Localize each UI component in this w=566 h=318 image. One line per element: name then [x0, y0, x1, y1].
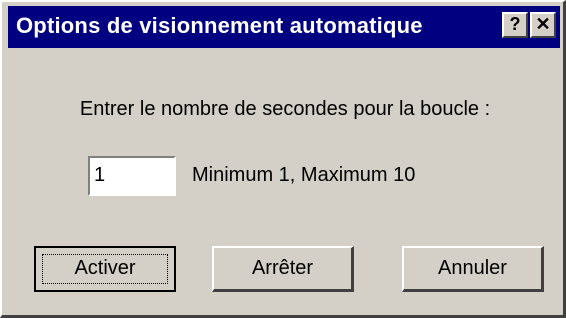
window-title: Options de visionnement automatique	[16, 13, 423, 38]
activate-button[interactable]: Activer	[34, 246, 176, 292]
seconds-input[interactable]: 1	[88, 156, 176, 196]
stop-label: Arrêter	[251, 257, 314, 279]
cancel-button[interactable]: Annuler	[402, 246, 544, 292]
close-button[interactable]: ✕	[530, 12, 556, 38]
range-hint: Minimum 1, Maximum 10	[192, 164, 416, 186]
cancel-label: Annuler	[438, 257, 507, 279]
stop-button[interactable]: Arrêter	[212, 246, 354, 292]
activate-label: Activer	[74, 257, 136, 279]
dialog-window: Options de visionnement automatique ? ✕ …	[0, 0, 566, 318]
help-button[interactable]: ?	[502, 12, 528, 38]
title-bar[interactable]: Options de visionnement automatique ? ✕	[8, 6, 560, 48]
prompt-label: Entrer le nombre de secondes pour la bou…	[79, 98, 491, 120]
